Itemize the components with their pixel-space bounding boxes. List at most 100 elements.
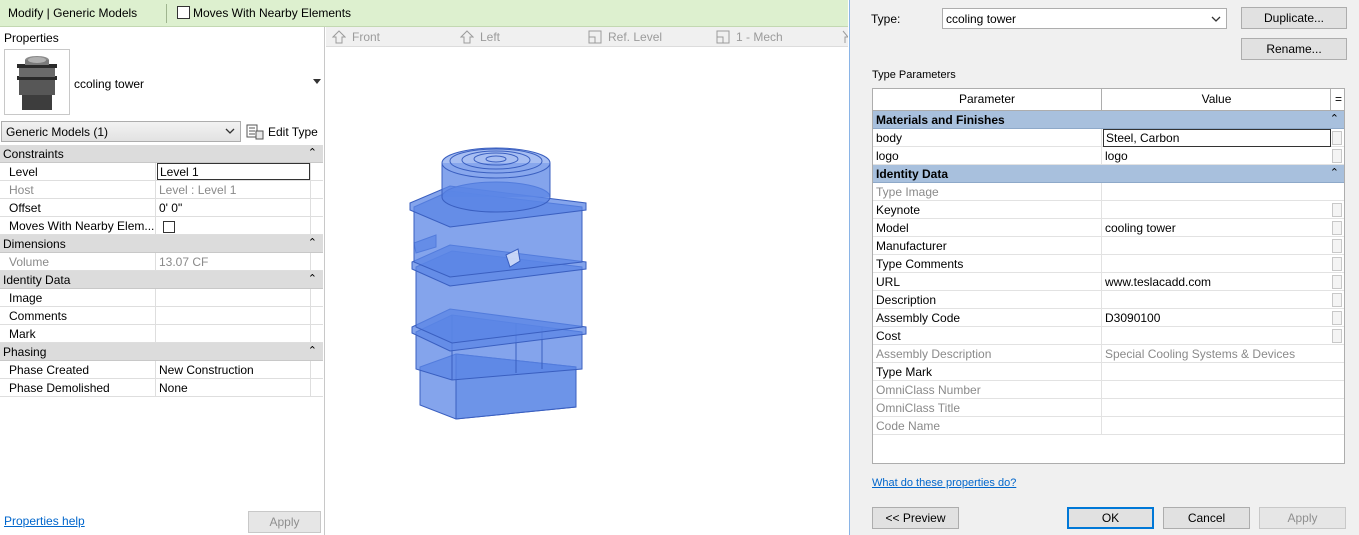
parameter-row[interactable]: Assembly Code D3090100 xyxy=(873,309,1344,327)
parameter-value[interactable] xyxy=(1103,291,1331,309)
type-thumbnail[interactable] xyxy=(4,49,70,115)
property-row[interactable]: Phase Created New Construction xyxy=(0,361,323,379)
collapse-icon[interactable]: ⌃ xyxy=(308,272,317,285)
selection-filter-dropdown[interactable]: Generic Models (1) xyxy=(1,121,241,142)
type-selector-name[interactable]: ccoling tower xyxy=(74,77,144,91)
collapse-icon[interactable]: ⌃ xyxy=(308,236,317,249)
type-label: Type: xyxy=(871,12,901,26)
section-constraints[interactable]: Constraints ⌃ xyxy=(0,145,323,163)
formula-cell[interactable] xyxy=(1332,203,1342,217)
parameter-name: Type Mark xyxy=(873,363,1102,381)
parameter-value[interactable]: Steel, Carbon xyxy=(1103,129,1331,147)
parameter-row[interactable]: Description xyxy=(873,291,1344,309)
parameter-name: OmniClass Number xyxy=(873,381,1102,399)
parameter-row[interactable]: logo logo xyxy=(873,147,1344,165)
parameter-row: OmniClass Number xyxy=(873,381,1344,399)
cooling-tower-model[interactable] xyxy=(406,137,606,437)
view-tab-left[interactable]: Left xyxy=(460,30,500,44)
property-row[interactable]: Comments xyxy=(0,307,323,325)
preview-button[interactable]: << Preview xyxy=(872,507,959,529)
parameter-row[interactable]: Type Mark xyxy=(873,363,1344,381)
collapse-icon[interactable]: ⌃ xyxy=(1330,166,1339,179)
mark-value[interactable] xyxy=(157,325,310,343)
formula-cell[interactable] xyxy=(1332,221,1342,235)
parameter-value[interactable]: cooling tower xyxy=(1103,219,1331,237)
type-parameters-label: Type Parameters xyxy=(872,69,956,81)
image-value[interactable] xyxy=(157,289,310,307)
formula-cell[interactable] xyxy=(1332,311,1342,325)
view-tab-mech[interactable]: 1 - Mech xyxy=(716,30,783,44)
view-tab-overflow[interactable] xyxy=(838,30,848,44)
collapse-icon[interactable]: ⌃ xyxy=(308,146,317,159)
parameter-value[interactable] xyxy=(1103,255,1331,273)
parameter-value: Special Cooling Systems & Devices xyxy=(1105,347,1296,361)
parameter-row[interactable]: Keynote xyxy=(873,201,1344,219)
property-row[interactable]: Mark xyxy=(0,325,323,343)
properties-help-link[interactable]: What do these properties do? xyxy=(872,477,1016,489)
property-name: Phase Demolished xyxy=(0,379,156,397)
formula-cell[interactable] xyxy=(1332,239,1342,253)
duplicate-button[interactable]: Duplicate... xyxy=(1241,7,1347,29)
plan-view-icon xyxy=(588,30,602,44)
formula-cell[interactable] xyxy=(1332,149,1342,163)
parameter-value[interactable] xyxy=(1103,201,1331,219)
property-name: Phase Created xyxy=(0,361,156,379)
ok-button[interactable]: OK xyxy=(1067,507,1154,529)
elevation-view-icon xyxy=(842,30,848,43)
parameter-row[interactable]: body Steel, Carbon xyxy=(873,129,1344,147)
column-header-value[interactable]: Value xyxy=(1103,89,1331,110)
formula-cell[interactable] xyxy=(1332,257,1342,271)
rename-button[interactable]: Rename... xyxy=(1241,38,1347,60)
collapse-icon[interactable]: ⌃ xyxy=(308,344,317,357)
edit-type-button[interactable]: Edit Type xyxy=(246,121,318,142)
offset-value[interactable]: 0' 0" xyxy=(157,199,310,217)
view-tab-ref-level[interactable]: Ref. Level xyxy=(588,30,662,44)
level-value[interactable]: Level 1 xyxy=(157,163,310,180)
view-tab-front[interactable]: Front xyxy=(332,30,380,44)
parameter-value[interactable] xyxy=(1103,363,1331,381)
contextual-ribbon: Modify | Generic Models Moves With Nearb… xyxy=(0,0,848,27)
parameter-value[interactable]: logo xyxy=(1103,147,1331,165)
grid-header: Parameter Value = xyxy=(873,89,1344,111)
section-dimensions[interactable]: Dimensions ⌃ xyxy=(0,235,323,253)
3d-viewport[interactable]: Front Left Ref. Level 1 - Mech xyxy=(326,27,848,535)
cancel-button[interactable]: Cancel xyxy=(1163,507,1250,529)
type-dropdown[interactable]: ccoling tower xyxy=(942,8,1227,29)
dialog-apply-button[interactable]: Apply xyxy=(1259,507,1346,529)
collapse-icon[interactable]: ⌃ xyxy=(1330,112,1339,125)
section-phasing[interactable]: Phasing ⌃ xyxy=(0,343,323,361)
parameter-row[interactable]: Manufacturer xyxy=(873,237,1344,255)
parameter-row[interactable]: Type Comments xyxy=(873,255,1344,273)
properties-help-link[interactable]: Properties help xyxy=(4,514,85,528)
type-selector-dropdown-icon[interactable] xyxy=(313,79,321,84)
moves-with-nearby-checkbox[interactable] xyxy=(177,6,190,19)
comments-value[interactable] xyxy=(157,307,310,325)
parameter-row[interactable]: Cost xyxy=(873,327,1344,345)
parameter-value[interactable]: D3090100 xyxy=(1103,309,1331,327)
moves-with-nearby-property-checkbox[interactable] xyxy=(163,221,175,233)
parameter-row[interactable]: Model cooling tower xyxy=(873,219,1344,237)
properties-apply-button[interactable]: Apply xyxy=(248,511,321,533)
column-header-formula[interactable]: = xyxy=(1332,89,1345,110)
property-row[interactable]: Offset 0' 0" xyxy=(0,199,323,217)
column-header-parameter[interactable]: Parameter xyxy=(873,89,1102,110)
property-row[interactable]: Phase Demolished None xyxy=(0,379,323,397)
formula-cell[interactable] xyxy=(1332,329,1342,343)
parameter-value[interactable] xyxy=(1103,237,1331,255)
property-row[interactable]: Image xyxy=(0,289,323,307)
section-label: Identity Data xyxy=(3,273,71,287)
parameter-row[interactable]: URL www.teslacadd.com xyxy=(873,273,1344,291)
formula-cell[interactable] xyxy=(1332,293,1342,307)
property-row[interactable]: Moves With Nearby Elem... xyxy=(0,217,323,235)
parameter-value[interactable] xyxy=(1103,327,1331,345)
phase-demolished-value[interactable]: None xyxy=(157,379,310,397)
section-materials-and-finishes[interactable]: Materials and Finishes ⌃ xyxy=(873,111,1344,129)
phase-created-value[interactable]: New Construction xyxy=(157,361,310,379)
parameter-row: Type Image xyxy=(873,183,1344,201)
property-row[interactable]: Level Level 1 xyxy=(0,163,323,181)
formula-cell[interactable] xyxy=(1332,131,1342,145)
section-identity-data[interactable]: Identity Data ⌃ xyxy=(0,271,323,289)
section-identity-data[interactable]: Identity Data ⌃ xyxy=(873,165,1344,183)
formula-cell[interactable] xyxy=(1332,275,1342,289)
parameter-value[interactable]: www.teslacadd.com xyxy=(1103,273,1331,291)
